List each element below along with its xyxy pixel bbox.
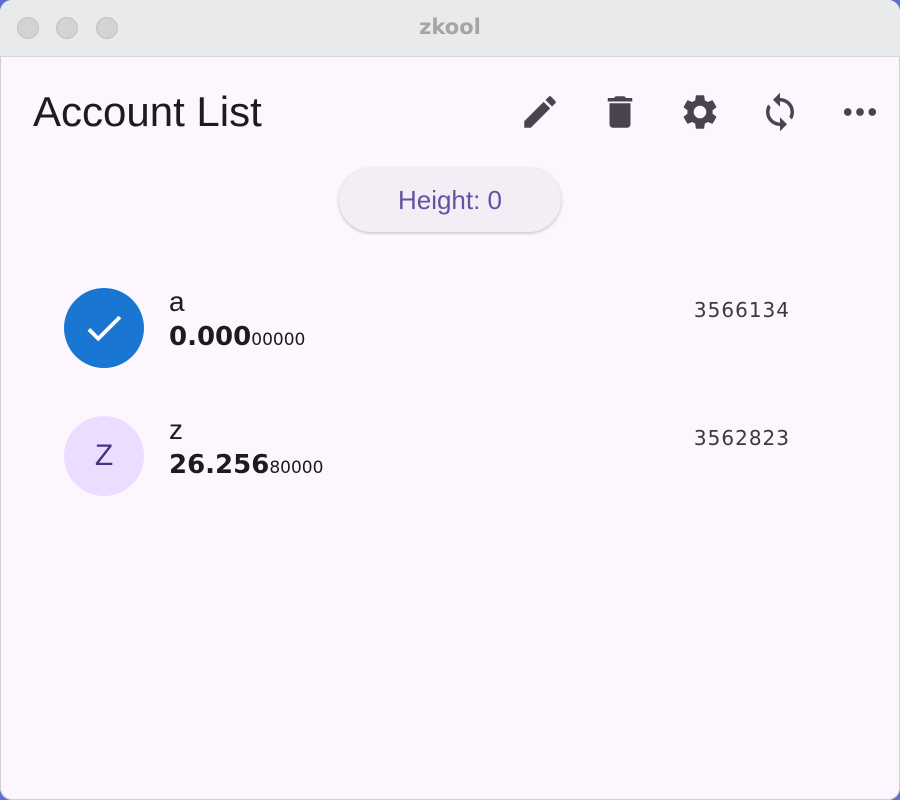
height-chip[interactable]: Height: 0 bbox=[339, 168, 561, 232]
balance-main: 0.000 bbox=[169, 322, 252, 352]
sync-button[interactable] bbox=[756, 88, 804, 136]
account-balance: 0.00000000 bbox=[169, 322, 305, 352]
app-window: zkool Account List Height: 0 a 0.0000000… bbox=[0, 0, 900, 800]
account-height: 3562823 bbox=[693, 426, 790, 450]
account-row[interactable]: Z z 26.25680000 3562823 bbox=[40, 396, 860, 506]
sync-icon bbox=[766, 92, 794, 132]
balance-fraction: 80000 bbox=[269, 458, 324, 478]
check-icon bbox=[87, 315, 122, 342]
account-row[interactable]: a 0.00000000 3566134 bbox=[40, 268, 860, 378]
title-bar: zkool bbox=[0, 0, 900, 57]
window-title: zkool bbox=[419, 15, 481, 39]
gear-icon bbox=[683, 95, 717, 129]
account-height: 3566134 bbox=[693, 298, 790, 322]
balance-fraction: 00000 bbox=[251, 330, 306, 350]
page-title: Account List bbox=[33, 88, 262, 135]
more-horizontal-icon bbox=[843, 108, 877, 116]
account-balance: 26.25680000 bbox=[169, 450, 323, 480]
avatar bbox=[64, 288, 144, 368]
avatar: Z bbox=[64, 416, 144, 496]
edit-button[interactable] bbox=[516, 88, 564, 136]
settings-button[interactable] bbox=[676, 88, 724, 136]
more-button[interactable] bbox=[836, 88, 884, 136]
balance-main: 26.256 bbox=[169, 450, 270, 480]
trash-icon bbox=[607, 96, 633, 128]
pencil-icon bbox=[524, 96, 556, 128]
account-name: a bbox=[169, 286, 185, 317]
delete-button[interactable] bbox=[596, 88, 644, 136]
account-name: z bbox=[169, 414, 183, 445]
